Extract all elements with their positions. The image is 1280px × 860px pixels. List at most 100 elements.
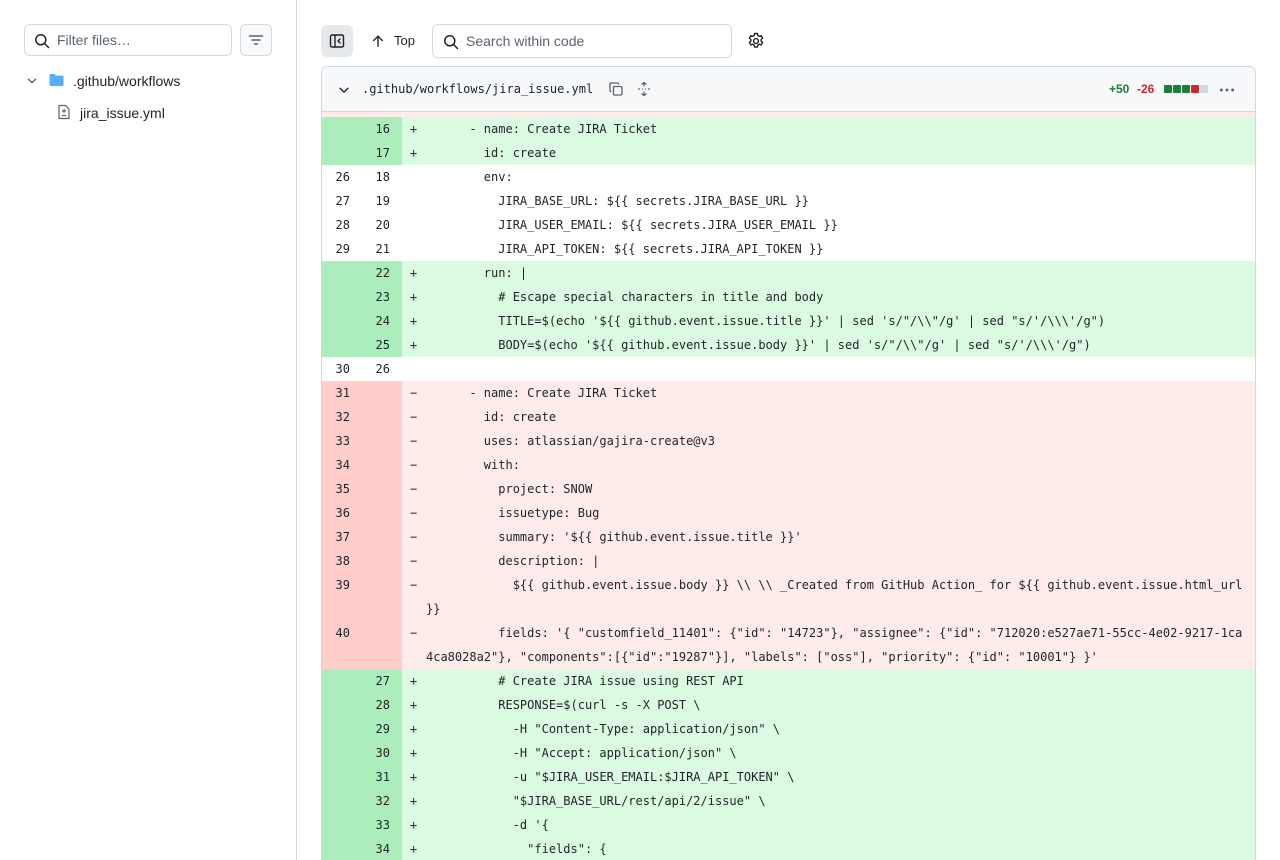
diff-marker: + <box>410 722 418 736</box>
scroll-top-button[interactable]: Top <box>366 25 422 57</box>
diff-line-add: 22 + run: | <box>322 261 1255 285</box>
chevron-down-icon[interactable] <box>25 74 39 88</box>
old-line-number[interactable]: 29 <box>322 237 362 261</box>
old-line-number[interactable]: 35 <box>322 477 402 501</box>
diff-marker: + <box>410 842 418 856</box>
search-icon <box>35 34 50 49</box>
new-line-number[interactable]: 18 <box>362 165 402 189</box>
new-line-number[interactable]: 21 <box>362 237 402 261</box>
new-line-number[interactable]: 29 <box>362 717 402 741</box>
diff-settings-button[interactable] <box>746 31 766 51</box>
diff-line-del: 36− issuetype: Bug <box>322 501 1255 525</box>
new-line-number[interactable]: 24 <box>362 309 402 333</box>
code-text: id: create <box>426 410 557 424</box>
code-text: run: | <box>426 266 528 280</box>
diff-lines: 16 + - name: Create JIRA Ticket 17 + id: cr… <box>322 117 1255 860</box>
diff-file-path[interactable]: .github/workflows/jira_issue.yml <box>362 82 593 96</box>
folder-icon <box>49 74 64 86</box>
code-text: RESPONSE=$(curl -s -X POST \ <box>426 698 701 712</box>
new-line-number[interactable]: 32 <box>362 789 402 813</box>
code-text: JIRA_USER_EMAIL: ${{ secrets.JIRA_USER_E… <box>426 218 838 232</box>
search-within-code-input[interactable] <box>466 25 726 57</box>
diff-marker: + <box>410 746 418 760</box>
code-text: TITLE=$(echo '${{ github.event.issue.tit… <box>426 314 1106 328</box>
sidebar-collapse-icon <box>329 34 345 48</box>
search-within-code-field[interactable] <box>432 24 732 58</box>
old-line-number[interactable]: 30 <box>322 357 362 381</box>
toggle-sidebar-button[interactable] <box>321 25 353 57</box>
new-line-number[interactable]: 28 <box>362 693 402 717</box>
new-line-number[interactable]: 34 <box>362 837 402 860</box>
chevron-down-icon[interactable] <box>337 83 351 97</box>
new-line-number[interactable]: 17 <box>362 141 402 165</box>
new-line-number[interactable]: 19 <box>362 189 402 213</box>
old-line-number[interactable]: 31 <box>322 381 402 405</box>
search-icon <box>444 35 459 50</box>
old-line-number[interactable]: 34 <box>322 453 402 477</box>
new-line-number[interactable]: 20 <box>362 213 402 237</box>
code-text: summary: '${{ github.event.issue.title }… <box>426 530 802 544</box>
code-text: - name: Create JIRA Ticket <box>426 386 658 400</box>
diff-marker: − <box>410 530 418 544</box>
diff-marker: + <box>410 290 418 304</box>
diff-marker: + <box>410 818 418 832</box>
diffstat-blocks <box>1164 85 1208 93</box>
tree-folder-workflows[interactable]: .github/workflows <box>0 67 290 95</box>
old-line-number[interactable]: 38 <box>322 549 402 573</box>
code-text: ${{ github.event.issue.body }} \\ \\ _Cr… <box>426 578 1250 616</box>
diff-line-add: 31 + -u "$JIRA_USER_EMAIL:$JIRA_API_TOKEN… <box>322 765 1255 789</box>
filter-options-button[interactable] <box>240 24 272 56</box>
diffstat-block-neu <box>1200 85 1208 93</box>
old-line-number[interactable]: 39 <box>322 573 402 621</box>
arrow-up-icon <box>372 35 384 47</box>
filter-files-input[interactable] <box>57 25 227 55</box>
old-line-number[interactable]: 36 <box>322 501 402 525</box>
code-text: -H "Content-Type: application/json" \ <box>426 722 781 736</box>
diff-line-del: 33− uses: atlassian/gajira-create@v3 <box>322 429 1255 453</box>
code-text: # Escape special characters in title and… <box>426 290 824 304</box>
new-line-number[interactable]: 30 <box>362 741 402 765</box>
diff-line-ctx: 27 19 JIRA_BASE_URL: ${{ secrets.JIRA_BAS… <box>322 189 1255 213</box>
old-line-number[interactable]: 33 <box>322 429 402 453</box>
new-line-number[interactable]: 31 <box>362 765 402 789</box>
old-line-number[interactable]: 27 <box>322 189 362 213</box>
new-line-number[interactable]: 25 <box>362 333 402 357</box>
old-line-number[interactable]: 26 <box>322 165 362 189</box>
new-line-number[interactable]: 16 <box>362 117 402 141</box>
diff-marker: − <box>410 482 418 496</box>
diff-line-add: 30 + -H "Accept: application/json" \ <box>322 741 1255 765</box>
old-line-number[interactable]: 28 <box>322 213 362 237</box>
code-text: BODY=$(echo '${{ github.event.issue.body… <box>426 338 1091 352</box>
new-line-number[interactable]: 26 <box>362 357 402 381</box>
copy-icon[interactable] <box>608 81 624 97</box>
diff-line-del: 35− project: SNOW <box>322 477 1255 501</box>
diff-marker: − <box>410 554 418 568</box>
filter-files-field[interactable] <box>24 24 232 56</box>
diffstat-block-add <box>1173 85 1181 93</box>
diff-marker: + <box>410 674 418 688</box>
diff-line-add: 24 + TITLE=$(echo '${{ github.event.issue… <box>322 309 1255 333</box>
diff-marker: + <box>410 122 418 136</box>
old-line-number[interactable]: 37 <box>322 525 402 549</box>
diff-line-del: 32− id: create <box>322 405 1255 429</box>
kebab-menu-icon[interactable] <box>1218 81 1236 99</box>
diff-marker: + <box>410 794 418 808</box>
old-line-number[interactable]: 40 <box>322 621 402 669</box>
new-line-number[interactable]: 27 <box>362 669 402 693</box>
diffstat-block-add <box>1182 85 1190 93</box>
diff-marker: − <box>410 458 418 472</box>
tree-folder-label: .github/workflows <box>73 73 181 89</box>
diff-file-header: .github/workflows/jira_issue.yml +50 -26 <box>322 67 1255 112</box>
diff-line-add: 28 + RESPONSE=$(curl -s -X POST \ <box>322 693 1255 717</box>
code-text: project: SNOW <box>426 482 593 496</box>
new-line-number[interactable]: 22 <box>362 261 402 285</box>
unfold-icon[interactable] <box>636 81 652 97</box>
tree-file-jira-issue[interactable]: jira_issue.yml <box>0 99 290 127</box>
diff-marker: − <box>410 626 418 640</box>
old-line-number[interactable]: 32 <box>322 405 402 429</box>
diff-marker: − <box>410 434 418 448</box>
code-text: # Create JIRA issue using REST API <box>426 674 744 688</box>
diff-line-add: 33 + -d '{ <box>322 813 1255 837</box>
new-line-number[interactable]: 33 <box>362 813 402 837</box>
new-line-number[interactable]: 23 <box>362 285 402 309</box>
